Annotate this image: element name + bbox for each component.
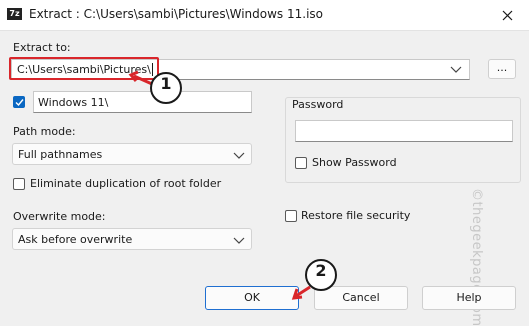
step-1-badge: 1	[150, 72, 182, 104]
arrow-to-ok-button	[295, 285, 311, 298]
step-2-badge: 2	[305, 259, 337, 291]
annotation-arrows	[128, 70, 311, 300]
